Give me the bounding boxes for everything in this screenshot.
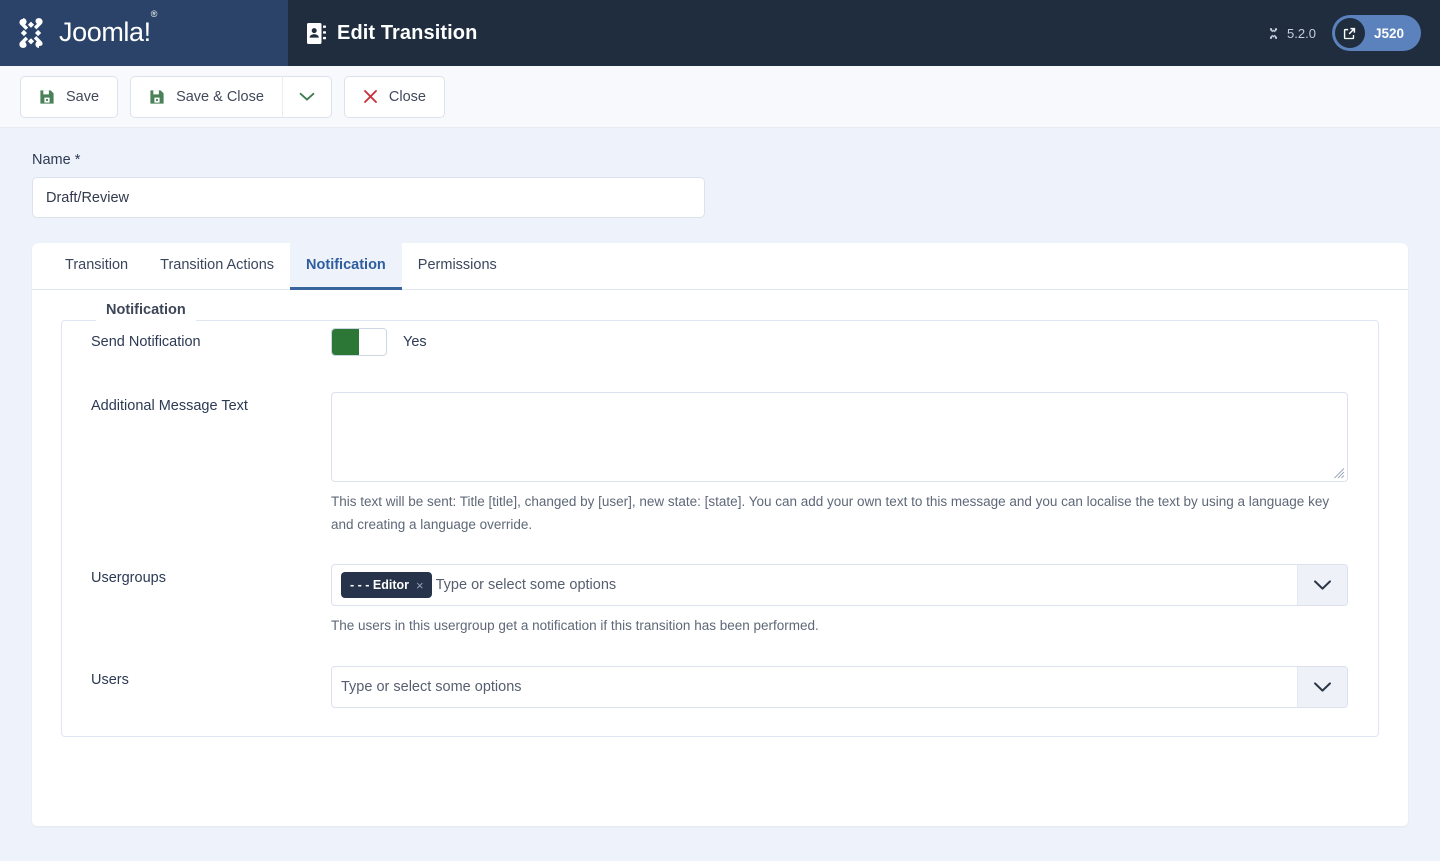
site-preview-label: J520 (1374, 26, 1404, 41)
tab-transition-actions-label: Transition Actions (160, 257, 274, 273)
brand-wordmark: Joomla!® (59, 17, 157, 48)
additional-message-row: Additional Message Text This text will b… (62, 392, 1378, 536)
users-select[interactable]: Type or select some options (331, 666, 1348, 708)
joomla-small-icon (1267, 27, 1280, 40)
usergroup-chip-remove-icon[interactable]: × (416, 578, 424, 593)
usergroups-dropdown-button[interactable] (1297, 565, 1347, 605)
save-button[interactable]: Save (20, 76, 118, 118)
editor-toolbar: Save Save & Close Close (0, 66, 1440, 128)
usergroups-help: The users in this usergroup get a notifi… (331, 614, 1341, 637)
spacer (62, 536, 1378, 564)
toggle-on-half (332, 329, 359, 355)
page-title: Edit Transition (337, 22, 477, 45)
brand-area[interactable]: Joomla!® (0, 0, 288, 66)
spacer (62, 638, 1378, 666)
toggle-off-half (359, 329, 386, 355)
save-and-close-button[interactable]: Save & Close (130, 76, 282, 118)
close-label: Close (389, 89, 426, 105)
joomla-version: 5.2.0 (1267, 26, 1316, 41)
name-input[interactable] (32, 177, 705, 218)
notification-legend: Notification (96, 302, 196, 318)
floppy-disk-icon (149, 89, 165, 105)
save-and-close-label: Save & Close (176, 89, 264, 105)
name-label: Name * (32, 152, 1440, 168)
additional-message-help: This text will be sent: Title [title], c… (331, 490, 1341, 536)
additional-message-label: Additional Message Text (91, 392, 331, 536)
chevron-down-icon (299, 92, 315, 102)
save-label: Save (66, 89, 99, 105)
usergroups-select[interactable]: - - - Editor × Type or select some optio… (331, 564, 1348, 606)
usergroup-chip-editor[interactable]: - - - Editor × (341, 572, 432, 598)
joomla-mark-icon (12, 16, 50, 50)
tab-transition-actions[interactable]: Transition Actions (144, 243, 290, 290)
send-notification-row: Send Notification Yes (62, 328, 1378, 356)
additional-message-textarea[interactable] (331, 392, 1348, 482)
tab-permissions-label: Permissions (418, 257, 497, 273)
send-notification-label: Send Notification (91, 328, 331, 356)
chevron-down-icon (1313, 579, 1332, 591)
users-label: Users (91, 666, 331, 708)
send-notification-state: Yes (403, 334, 427, 350)
usergroups-label: Usergroups (91, 564, 331, 637)
name-field-block: Name * (0, 128, 1440, 218)
app-header: Joomla!® Edit Transition (0, 0, 1440, 66)
tab-transition-label: Transition (65, 257, 128, 273)
users-row: Users Type or select some options (62, 666, 1378, 708)
notification-panel: Notification Send Notification Yes (32, 290, 1408, 737)
external-link-glyph (1342, 26, 1357, 41)
tab-notification[interactable]: Notification (290, 243, 402, 290)
tab-permissions[interactable]: Permissions (402, 243, 513, 290)
joomla-logo[interactable]: Joomla!® (12, 16, 157, 50)
usergroup-chip-label: - - - Editor (350, 578, 409, 592)
save-close-split-button: Save & Close (130, 76, 332, 118)
usergroups-select-inner[interactable]: - - - Editor × Type or select some optio… (332, 565, 1297, 605)
tab-notification-label: Notification (306, 257, 386, 273)
usergroups-row: Usergroups - - - Editor × Type or select… (62, 564, 1378, 637)
tab-bar: Transition Transition Actions Notificati… (32, 243, 1408, 290)
address-book-icon (307, 23, 326, 44)
version-text: 5.2.0 (1287, 26, 1316, 41)
users-dropdown-button[interactable] (1297, 667, 1347, 707)
header-right-area: 5.2.0 J520 (1267, 0, 1440, 66)
chevron-down-icon (1313, 681, 1332, 693)
users-placeholder: Type or select some options (341, 679, 522, 695)
close-x-icon (363, 89, 378, 104)
save-options-dropdown-button[interactable] (282, 76, 332, 118)
external-link-icon (1335, 18, 1365, 48)
page-title-area: Edit Transition (288, 0, 1267, 66)
send-notification-toggle[interactable] (331, 328, 387, 356)
users-select-inner[interactable]: Type or select some options (332, 667, 1297, 707)
site-preview-button[interactable]: J520 (1332, 15, 1421, 51)
usergroups-placeholder: Type or select some options (436, 577, 617, 593)
close-button[interactable]: Close (344, 76, 445, 118)
tab-transition[interactable]: Transition (49, 243, 144, 290)
spacer (62, 356, 1378, 392)
floppy-disk-icon (39, 89, 55, 105)
transition-edit-card: Transition Transition Actions Notificati… (32, 243, 1408, 826)
notification-fieldset: Notification Send Notification Yes (61, 312, 1379, 737)
